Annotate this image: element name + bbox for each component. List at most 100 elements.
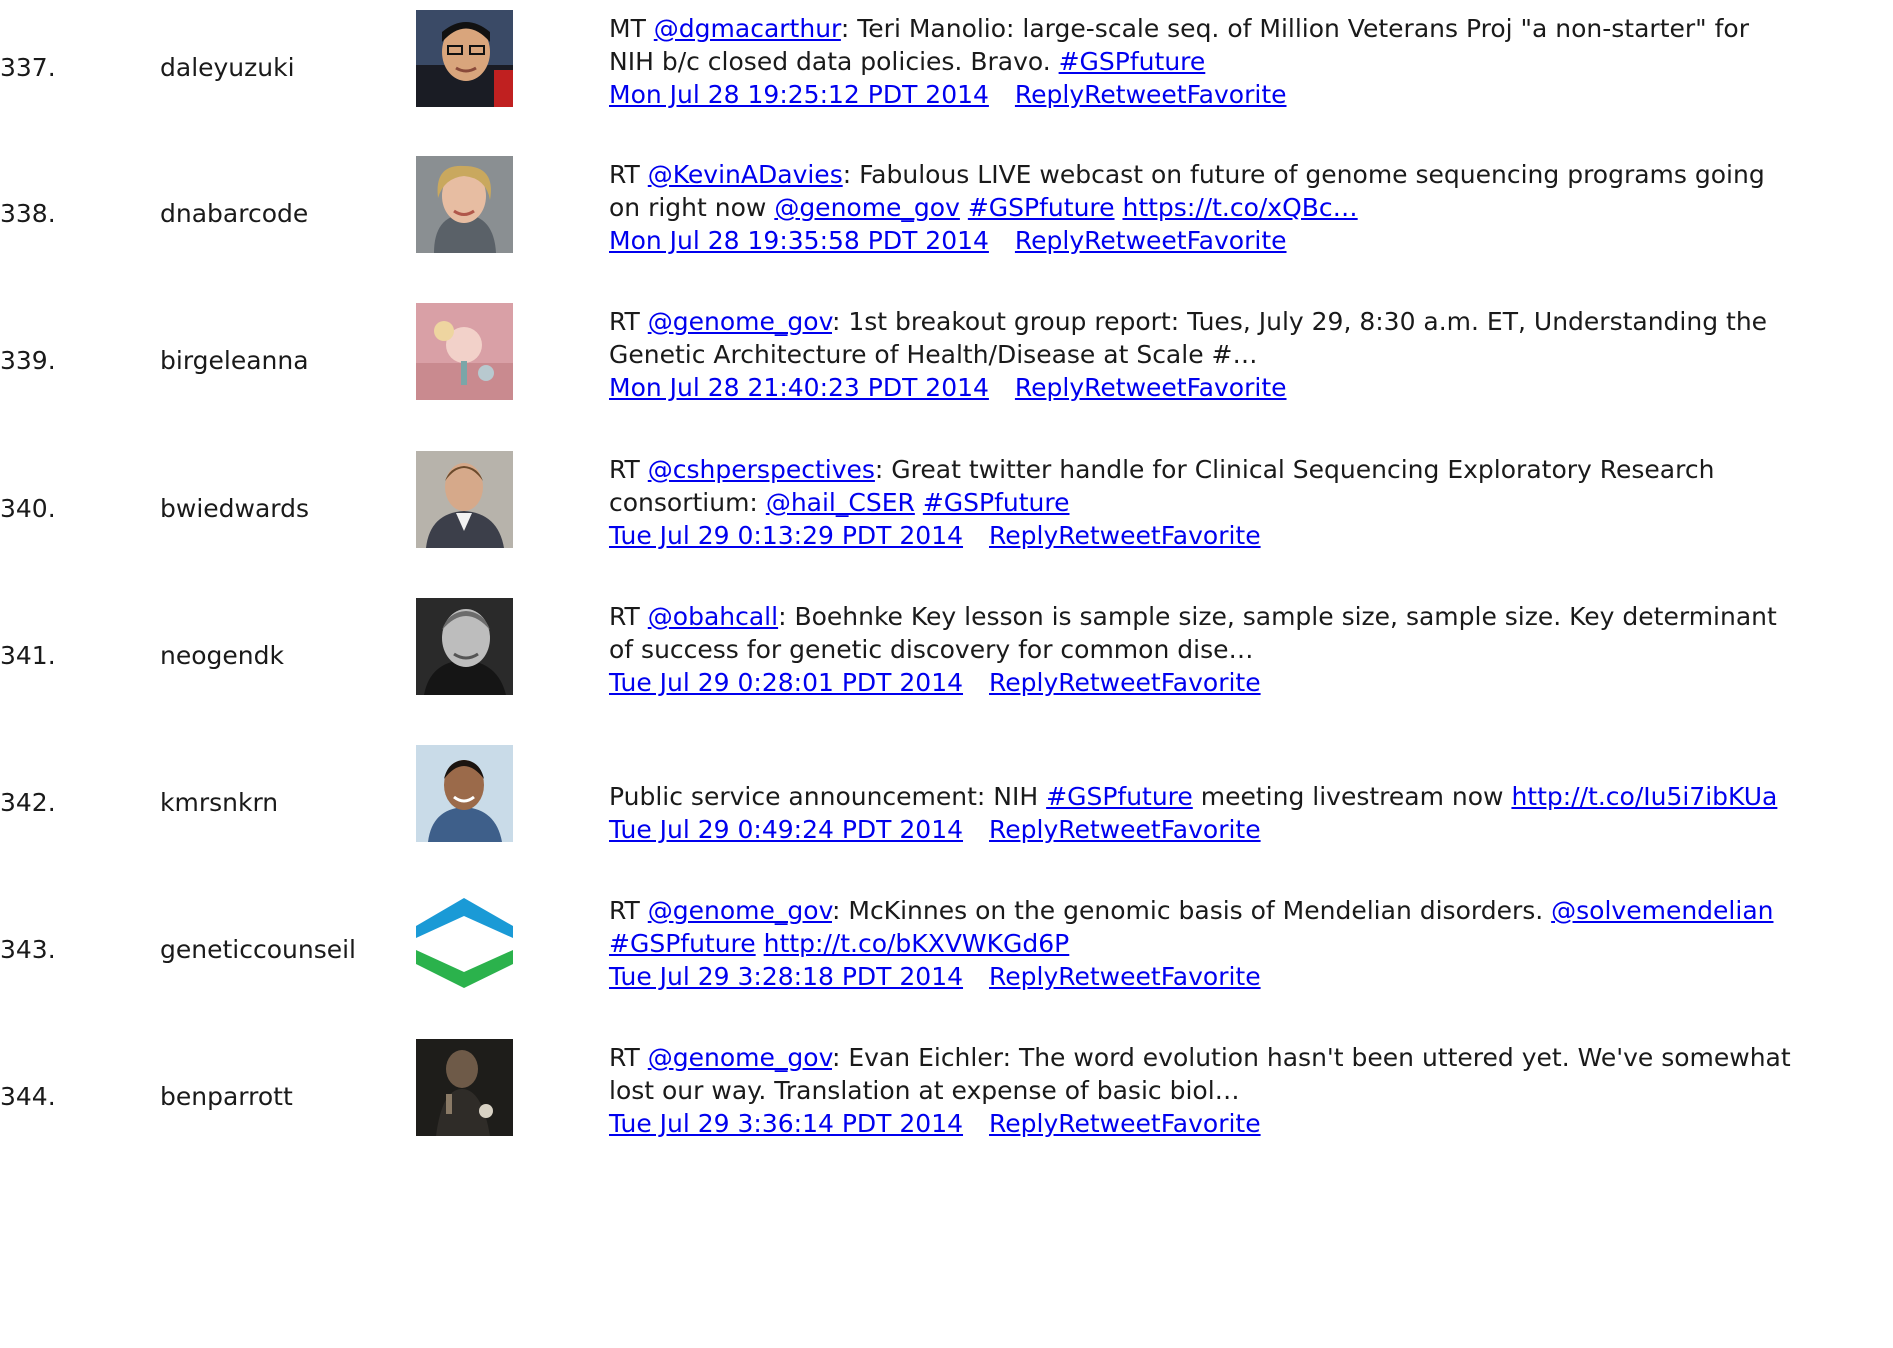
tweet-body: MT @dgmacarthur: Teri Manolio: large-sca…: [609, 12, 1889, 111]
hashtag-link[interactable]: #GSPfuture: [1046, 782, 1193, 811]
hashtag-link[interactable]: #GSPfuture: [609, 929, 756, 958]
tweet-text: RT: [609, 602, 648, 631]
avatar-icon: [416, 303, 513, 400]
avatar-icon: [416, 745, 513, 842]
reply-retweet-favorite-link[interactable]: ReplyRetweetFavorite: [989, 1109, 1261, 1138]
hashtag-link[interactable]: #GSPfuture: [923, 488, 1070, 517]
username: bwiedwards: [160, 493, 310, 523]
timestamp-link[interactable]: Tue Jul 29 3:36:14 PDT 2014: [609, 1109, 963, 1138]
reply-retweet-favorite-link[interactable]: ReplyRetweetFavorite: [1015, 226, 1287, 255]
tweet-text: of success for genetic discovery for com…: [609, 635, 1254, 664]
username: daleyuzuki: [160, 52, 295, 82]
tweet-text-line: NIH b/c closed data policies. Bravo. #GS…: [609, 45, 1889, 78]
tweet-text-line: RT @genome_gov: Evan Eichler: The word e…: [609, 1041, 1889, 1074]
tweet-number: 340.: [0, 493, 56, 523]
username: benparrott: [160, 1081, 293, 1111]
avatar-icon: [416, 156, 513, 253]
tweet-text: Public service announcement: NIH: [609, 782, 1047, 811]
avatar-icon: [416, 451, 513, 548]
tweet-row: 342. kmrsnkrn Public service announcement:…: [0, 745, 1893, 845]
tweet-text: RT: [609, 1043, 648, 1072]
tweet-text: NIH b/c closed data policies. Bravo.: [609, 47, 1059, 76]
mention-link[interactable]: @hail_CSER: [766, 488, 915, 517]
mention-link[interactable]: @genome_gov: [648, 1043, 832, 1072]
tweet-text: Genetic Architecture of Health/Disease a…: [609, 340, 1258, 369]
timestamp-link[interactable]: Tue Jul 29 3:28:18 PDT 2014: [609, 962, 963, 991]
tweet-text: [756, 929, 764, 958]
timestamp-link[interactable]: Mon Jul 28 21:40:23 PDT 2014: [609, 373, 989, 402]
tweet-number: 339.: [0, 345, 56, 375]
timestamp-link[interactable]: Mon Jul 28 19:35:58 PDT 2014: [609, 226, 989, 255]
reply-retweet-favorite-link[interactable]: ReplyRetweetFavorite: [989, 962, 1261, 991]
reply-retweet-favorite-link[interactable]: ReplyRetweetFavorite: [1015, 80, 1287, 109]
tweet-meta: Mon Jul 28 19:25:12 PDT 2014 ReplyRetweet…: [609, 78, 1889, 111]
tweet-text: : Boehnke Key lesson is sample size, sam…: [778, 602, 1777, 631]
url-link[interactable]: http://t.co/Iu5i7ibKUa: [1511, 782, 1777, 811]
avatar-icon: [416, 598, 513, 695]
username: geneticcounseil: [160, 934, 356, 964]
mention-link[interactable]: @genome_gov: [648, 896, 832, 925]
tweet-text-line: MT @dgmacarthur: Teri Manolio: large-sca…: [609, 12, 1889, 45]
tweet-text: : Evan Eichler: The word evolution hasn'…: [832, 1043, 1791, 1072]
tweet-text-line: on right now @genome_gov #GSPfuture http…: [609, 191, 1889, 224]
tweet-number: 338.: [0, 198, 56, 228]
tweet-meta: Mon Jul 28 19:35:58 PDT 2014 ReplyRetweet…: [609, 224, 1889, 257]
mention-link[interactable]: @obahcall: [648, 602, 778, 631]
tweet-text-line: Public service announcement: NIH #GSPfut…: [609, 780, 1889, 813]
tweet-text: : Great twitter handle for Clinical Sequ…: [874, 455, 1715, 484]
tweet-text: RT: [609, 455, 648, 484]
tweet-meta: Tue Jul 29 0:49:24 PDT 2014 ReplyRetweetF…: [609, 813, 1889, 846]
tweet-text: : Teri Manolio: large-scale seq. of Mill…: [840, 14, 1749, 43]
tweet-body: RT @obahcall: Boehnke Key lesson is samp…: [609, 600, 1889, 699]
timestamp-link[interactable]: Tue Jul 29 0:28:01 PDT 2014: [609, 668, 963, 697]
tweet-text: [960, 193, 968, 222]
tweet-number: 342.: [0, 787, 56, 817]
tweet-body: Public service announcement: NIH #GSPfut…: [609, 780, 1889, 846]
tweet-text-line: RT @KevinADavies: Fabulous LIVE webcast …: [609, 158, 1889, 191]
mention-link[interactable]: @dgmacarthur: [654, 14, 841, 43]
tweet-text: lost our way. Translation at expense of …: [609, 1076, 1240, 1105]
reply-retweet-favorite-link[interactable]: ReplyRetweetFavorite: [989, 668, 1261, 697]
timestamp-link[interactable]: Tue Jul 29 0:13:29 PDT 2014: [609, 521, 963, 550]
tweet-text-line: of success for genetic discovery for com…: [609, 633, 1889, 666]
mention-link[interactable]: @genome_gov: [774, 193, 960, 222]
tweet-row: 341. neogendk RT @obahcall: Boehnke Key le…: [0, 598, 1893, 698]
tweet-meta: Mon Jul 28 21:40:23 PDT 2014 ReplyRetweet…: [609, 371, 1889, 404]
tweet-body: RT @cshperspectives: Great twitter handl…: [609, 453, 1889, 552]
tweet-row: 344. benparrott RT @genome_gov: Evan Eichl…: [0, 1039, 1893, 1139]
tweet-row: 338. dnabarcode RT @KevinADavies: Fabulous…: [0, 156, 1893, 257]
tweet-text-line: RT @genome_gov: 1st breakout group repor…: [609, 305, 1889, 338]
tweet-meta: Tue Jul 29 0:13:29 PDT 2014 ReplyRetweetF…: [609, 519, 1889, 552]
avatar-icon: [416, 10, 513, 107]
tweet-text: : Fabulous LIVE webcast on future of gen…: [842, 160, 1765, 189]
tweet-body: RT @genome_gov: 1st breakout group repor…: [609, 305, 1889, 404]
tweet-text-line: RT @genome_gov: McKinnes on the genomic …: [609, 894, 1889, 927]
tweet-text-line: #GSPfuture http://t.co/bKXVWKGd6P: [609, 927, 1889, 960]
tweet-number: 341.: [0, 640, 56, 670]
logo-icon: [416, 892, 513, 989]
username: dnabarcode: [160, 198, 309, 228]
username: neogendk: [160, 640, 284, 670]
mention-link[interactable]: @KevinADavies: [648, 160, 843, 189]
tweet-text-line: RT @cshperspectives: Great twitter handl…: [609, 453, 1889, 486]
tweet-text: [915, 488, 923, 517]
mention-link[interactable]: @genome_gov: [648, 307, 832, 336]
url-link[interactable]: https://t.co/xQBc…: [1122, 193, 1357, 222]
mention-link[interactable]: @cshperspectives: [648, 455, 875, 484]
reply-retweet-favorite-link[interactable]: ReplyRetweetFavorite: [1015, 373, 1287, 402]
tweet-meta: Tue Jul 29 3:28:18 PDT 2014 ReplyRetweetF…: [609, 960, 1889, 993]
timestamp-link[interactable]: Tue Jul 29 0:49:24 PDT 2014: [609, 815, 963, 844]
tweet-number: 337.: [0, 52, 56, 82]
tweet-text: RT: [609, 160, 648, 189]
reply-retweet-favorite-link[interactable]: ReplyRetweetFavorite: [989, 521, 1261, 550]
hashtag-link[interactable]: #GSPfuture: [1059, 47, 1206, 76]
tweet-text-line: lost our way. Translation at expense of …: [609, 1074, 1889, 1107]
mention-link[interactable]: @solvemendelian: [1551, 896, 1773, 925]
hashtag-link[interactable]: #GSPfuture: [968, 193, 1115, 222]
tweet-row: 337. daleyuzuki MT @dgmacarthur: Teri Mano…: [0, 10, 1893, 110]
timestamp-link[interactable]: Mon Jul 28 19:25:12 PDT 2014: [609, 80, 989, 109]
reply-retweet-favorite-link[interactable]: ReplyRetweetFavorite: [989, 815, 1261, 844]
url-link[interactable]: http://t.co/bKXVWKGd6P: [764, 929, 1070, 958]
username: kmrsnkrn: [160, 787, 279, 817]
tweet-text-line: Genetic Architecture of Health/Disease a…: [609, 338, 1889, 371]
